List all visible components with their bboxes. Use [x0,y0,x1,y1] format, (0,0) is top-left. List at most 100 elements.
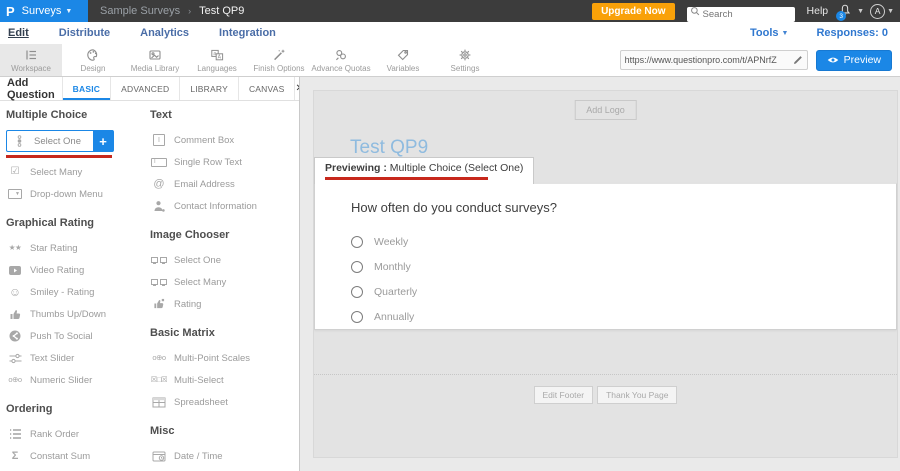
questionpro-logo: P [6,5,15,18]
question-type-constant-sum[interactable]: Σ Constant Sum [6,446,146,466]
tool-finish-options[interactable]: Finish Options [248,44,310,76]
question-type-push-to-social[interactable]: Push To Social [6,326,146,346]
question-card: How often do you conduct surveys? Weekly… [314,183,897,330]
previewing-tab: Previewing : Multiple Choice (Select One… [314,157,534,184]
question-type-select-one[interactable]: Select One + [6,130,114,152]
eye-icon [827,56,839,64]
survey-preview-area: Add Logo Test QP9 Previewing : Multiple … [300,77,900,471]
nav-analytics[interactable]: Analytics [140,27,189,39]
question-type-image-select-many[interactable]: Select Many [150,272,299,292]
question-type-email-address[interactable]: @ Email Address [150,174,299,194]
section-header: Text [150,109,299,121]
multi-point-icon: o⊕o [152,354,165,362]
answer-option: Monthly [351,254,896,279]
avatar[interactable]: A [870,4,885,19]
answer-option: Weekly [351,229,896,254]
add-question-panel: Add Question BASIC ADVANCED LIBRARY CANV… [0,77,300,471]
add-logo-button[interactable]: Add Logo [574,100,637,120]
answer-option: Annually [351,304,896,329]
rank-list-icon [9,428,22,440]
upgrade-now-button[interactable]: Upgrade Now [592,3,674,20]
notifications-bell[interactable]: 3 [838,3,853,19]
tools-menu[interactable]: Tools▼ [750,27,788,39]
radio-button[interactable] [351,236,363,248]
survey-page: Add Logo Test QP9 Previewing : Multiple … [313,90,898,458]
question-type-spreadsheet[interactable]: Spreadsheet [150,392,299,412]
single-row-icon: I [151,158,167,167]
help-link[interactable]: Help [807,5,829,17]
nav-integration[interactable]: Integration [219,27,276,39]
preview-button[interactable]: Preview [816,50,892,71]
palette-icon [86,48,100,62]
chevron-down-icon[interactable]: ▼ [887,8,894,15]
tool-languages[interactable]: aA Languages [186,44,248,76]
edit-footer-button[interactable]: Edit Footer [534,386,594,404]
previewing-label: Previewing : [325,162,387,174]
tab-library[interactable]: LIBRARY [179,77,238,100]
smiley-icon: ☺ [9,286,21,298]
spreadsheet-icon [152,397,166,408]
multi-select-icon: ☒□☒ [151,376,167,384]
radio-button[interactable] [351,286,363,298]
breadcrumb-separator-icon: › [188,6,191,16]
gear-icon [458,48,472,62]
question-type-date-time[interactable]: Date / Time [150,446,299,466]
question-type-star-rating[interactable]: ★★ Star Rating [6,238,146,258]
thank-you-page-button[interactable]: Thank You Page [597,386,677,404]
tool-workspace[interactable]: Workspace [0,44,62,76]
question-type-thumbs-up-down[interactable]: Thumbs Up/Down [6,304,146,324]
top-bar: P Surveys ▼ Sample Surveys › Test QP9 Up… [0,0,900,22]
nav-edit[interactable]: Edit [8,27,29,39]
question-type-image-select-one[interactable]: Select One [150,250,299,270]
tool-design[interactable]: Design [62,44,124,76]
add-question-plus-button[interactable]: + [93,130,113,152]
image-icon [148,48,162,62]
question-type-image-rating[interactable]: Rating [150,294,299,314]
search-input[interactable] [687,7,795,22]
question-type-single-row-text[interactable]: I Single Row Text [150,152,299,172]
responses-count[interactable]: Responses: 0 [816,27,888,39]
question-type-numeric-slider[interactable]: o⊕o Numeric Slider [6,370,146,390]
question-type-multi-select[interactable]: ☒□☒ Multi-Select [150,370,299,390]
answer-option: Quarterly [351,279,896,304]
share-icon [9,330,21,342]
tab-canvas[interactable]: CANVAS [238,77,295,100]
chevron-down-icon[interactable]: ▼ [857,8,864,15]
translate-icon: aA [210,48,224,62]
tool-settings[interactable]: Settings [434,44,496,76]
question-type-comment-box[interactable]: I Comment Box [150,130,299,150]
question-type-video-rating[interactable]: Video Rating [6,260,146,280]
question-type-contact-information[interactable]: Contact Information [150,196,299,216]
radio-button[interactable] [351,261,363,273]
nav-distribute[interactable]: Distribute [59,27,110,39]
question-type-dropdown-menu[interactable]: ▼ Drop-down Menu [6,184,146,204]
panel-title: Add Question [0,77,62,100]
section-header: Basic Matrix [150,327,299,339]
section-header: Misc [150,425,299,437]
breadcrumb-parent[interactable]: Sample Surveys [100,5,180,17]
tab-basic[interactable]: BASIC [62,77,110,100]
stars-icon: ★★ [9,244,21,252]
breadcrumb: Sample Surveys › Test QP9 [100,5,244,17]
question-type-text-slider[interactable]: Text Slider [6,348,146,368]
question-type-select-many[interactable]: ☑ Select Many [6,162,146,182]
tab-advanced[interactable]: ADVANCED [110,77,179,100]
numeric-slider-icon: o⊕o [8,376,21,384]
question-type-rank-order[interactable]: Rank Order [6,424,146,444]
survey-url-box [620,50,808,70]
tool-media-library[interactable]: Media Library [124,44,186,76]
question-type-smiley-rating[interactable]: ☺ Smiley - Rating [6,282,146,302]
tool-advance-quotas[interactable]: Advance Quotas [310,44,372,76]
survey-title[interactable]: Test QP9 [350,137,428,159]
question-text[interactable]: How often do you conduct surveys? [351,200,896,215]
surveys-menu[interactable]: P Surveys ▼ [0,0,88,22]
survey-url-input[interactable] [625,55,793,65]
radio-button[interactable] [351,311,363,323]
tool-variables[interactable]: Variables [372,44,434,76]
question-type-multi-point-scales[interactable]: o⊕o Multi-Point Scales [150,348,299,368]
highlight-underline [325,177,488,180]
product-menu-label: Surveys [22,5,62,17]
pencil-icon[interactable] [793,55,803,65]
section-header: Image Chooser [150,229,299,241]
workspace-icon [24,48,38,62]
